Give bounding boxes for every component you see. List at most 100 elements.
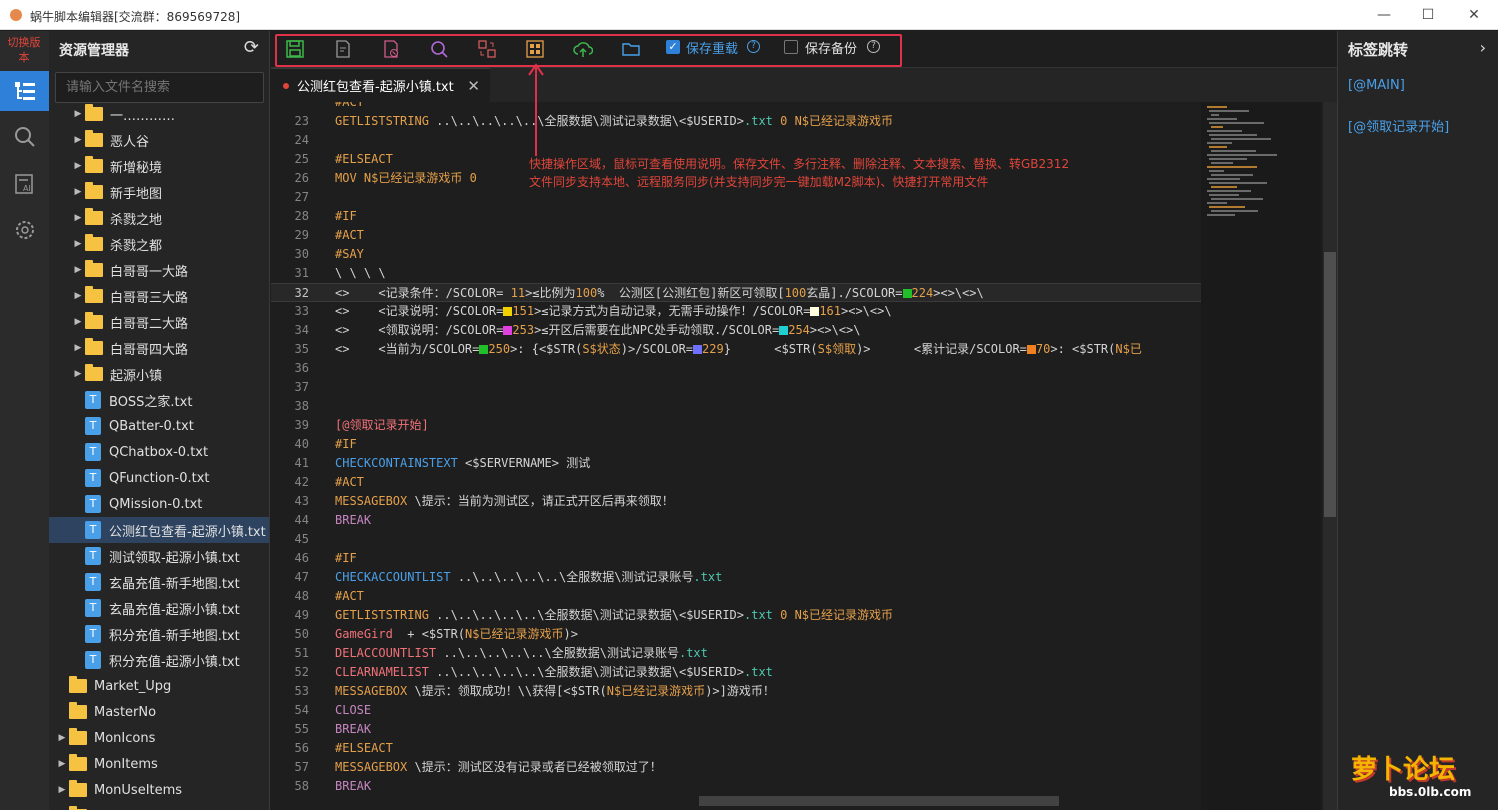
search-icon[interactable] <box>429 39 449 59</box>
save-backup-label[interactable]: 保存备份 <box>805 38 857 57</box>
save-reload-checkbox[interactable]: ✓ <box>666 40 680 54</box>
chevron-right-icon[interactable]: ▶ <box>73 161 83 171</box>
replace-icon[interactable] <box>477 39 497 59</box>
code-line[interactable]: 58 BREAK <box>271 777 1201 796</box>
code-line[interactable]: 54 CLOSE <box>271 701 1201 720</box>
chevron-right-icon[interactable]: ▶ <box>73 291 83 301</box>
tree-folder[interactable]: MasterNo <box>49 699 269 725</box>
tree-file[interactable]: T 玄晶充值-起源小镇.txt <box>49 595 269 621</box>
minimap[interactable] <box>1201 102 1321 810</box>
code-line[interactable]: 23 GETLISTSTRING ..\..\..\..\..\全服数据\测试记录… <box>271 112 1201 131</box>
tree-folder[interactable]: ▶ 白哥哥二大路 <box>49 309 269 335</box>
tree-folder[interactable]: ▶ 白哥哥一大路 <box>49 257 269 283</box>
search-icon[interactable] <box>0 117 49 157</box>
code-line[interactable]: 44 BREAK <box>271 511 1201 530</box>
tree-folder[interactable]: ▶ 一………… <box>49 101 269 127</box>
switch-version-button[interactable]: 切换版本 <box>4 35 44 65</box>
tree-file[interactable]: T QBatter-0.txt <box>49 413 269 439</box>
tree-file[interactable]: T 积分充值-起源小镇.txt <box>49 647 269 673</box>
help-icon[interactable]: ? <box>747 40 760 53</box>
tree-folder[interactable]: ▶ 新手地图 <box>49 179 269 205</box>
code-line[interactable]: 28 #IF <box>271 207 1201 226</box>
code-line[interactable]: 34 <> <领取说明：/SCOLOR= 253>≤开区后需要在此NPC处手动领取.… <box>271 321 1201 340</box>
close-icon[interactable]: ✕ <box>467 77 480 95</box>
tree-file[interactable]: T QChatbox-0.txt <box>49 439 269 465</box>
tree-file[interactable]: T 测试领取-起源小镇.txt <box>49 543 269 569</box>
tree-file[interactable]: T QFunction-0.txt <box>49 465 269 491</box>
settings-gear-icon[interactable] <box>0 210 49 250</box>
code-line[interactable]: 57 MESSAGEBOX \提示：测试区没有记录或者已经被领取过了！ <box>271 758 1201 777</box>
code-line[interactable]: 40 #IF <box>271 435 1201 454</box>
tree-folder[interactable]: ▶ MonIcons <box>49 725 269 751</box>
code-line[interactable]: 46 #IF <box>271 549 1201 568</box>
chevron-right-icon[interactable]: › <box>1480 38 1486 57</box>
code-line[interactable]: 42 #ACT <box>271 473 1201 492</box>
code-line[interactable]: 52 CLEARNAMELIST ..\..\..\..\..\全服数据\测试记录… <box>271 663 1201 682</box>
code-line[interactable]: 38 <box>271 397 1201 416</box>
save-icon[interactable] <box>285 39 305 59</box>
comment-icon[interactable] <box>333 39 353 59</box>
help-icon[interactable]: ? <box>867 40 880 53</box>
code-line[interactable]: 39 [@领取记录开始] <box>271 416 1201 435</box>
code-line[interactable]: 47 CHECKACCOUNTLIST ..\..\..\..\..\全服数据\测… <box>271 568 1201 587</box>
gb2312-icon[interactable] <box>525 39 545 59</box>
vertical-scrollbar[interactable] <box>1323 102 1337 810</box>
delete-comment-icon[interactable] <box>381 39 401 59</box>
code-line[interactable]: 50 GameGird + <$STR(N$已经记录游戏币)> <box>271 625 1201 644</box>
chevron-right-icon[interactable]: ▶ <box>57 759 67 769</box>
format-icon[interactable]: AI <box>0 164 49 204</box>
chevron-right-icon[interactable]: ▶ <box>73 317 83 327</box>
tree-file[interactable]: T 玄晶充值-新手地图.txt <box>49 569 269 595</box>
code-line[interactable]: 35 <> <当前为/SCOLOR= 250>: {<$STR(S$状态)>/SCO… <box>271 340 1201 359</box>
upload-cloud-icon[interactable] <box>573 39 593 59</box>
code-line[interactable]: 36 <box>271 359 1201 378</box>
chevron-right-icon[interactable]: ▶ <box>73 369 83 379</box>
save-reload-label[interactable]: 保存重载 <box>686 38 738 57</box>
maximize-button[interactable]: ☐ <box>1418 6 1438 24</box>
chevron-right-icon[interactable]: ▶ <box>73 109 83 119</box>
chevron-right-icon[interactable]: ▶ <box>57 785 67 795</box>
bookmark-link[interactable]: [@领取记录开始] <box>1348 116 1449 135</box>
code-line[interactable]: 49 GETLISTSTRING ..\..\..\..\..\全服数据\测试记录… <box>271 606 1201 625</box>
refresh-icon[interactable]: ⟳ <box>244 37 259 58</box>
code-line[interactable]: 55 BREAK <box>271 720 1201 739</box>
code-line[interactable]: 56 #ELSEACT <box>271 739 1201 758</box>
tree-folder[interactable]: ▶ MonItems <box>49 751 269 777</box>
open-folder-icon[interactable] <box>621 39 641 59</box>
code-line[interactable]: 43 MESSAGEBOX \提示：当前为测试区，请正式开区后再来领取！ <box>271 492 1201 511</box>
tree-folder[interactable]: ▶ 白哥哥三大路 <box>49 283 269 309</box>
chevron-right-icon[interactable]: ▶ <box>73 343 83 353</box>
scroll-thumb[interactable] <box>1324 252 1336 517</box>
file-search-input[interactable] <box>55 72 264 103</box>
horizontal-scrollbar[interactable] <box>699 796 1059 806</box>
code-line[interactable]: 37 <box>271 378 1201 397</box>
close-window-button[interactable]: ✕ <box>1464 6 1484 24</box>
chevron-right-icon[interactable]: ▶ <box>73 187 83 197</box>
explorer-tree-icon[interactable] <box>0 71 49 111</box>
code-line[interactable]: 30 #SAY <box>271 245 1201 264</box>
chevron-right-icon[interactable]: ▶ <box>73 265 83 275</box>
code-line[interactable]: 32 <> <记录条件：/SCOLOR= 11>≤比例为100% 公测区[公测红包… <box>271 283 1201 302</box>
code-line[interactable]: 33 <> <记录说明：/SCOLOR= 151>≤记录方式为自动记录，无需手动操作… <box>271 302 1201 321</box>
code-view[interactable]: #ACT 23 GETLISTSTRING ..\..\..\..\..\全服数据\… <box>271 102 1201 810</box>
tree-file[interactable]: T 积分充值-新手地图.txt <box>49 621 269 647</box>
tree-folder[interactable]: ▶ 起源小镇 <box>49 361 269 387</box>
chevron-right-icon[interactable]: ▶ <box>57 733 67 743</box>
tree-folder[interactable]: Market_Upg <box>49 673 269 699</box>
minimize-button[interactable]: — <box>1374 6 1394 24</box>
code-line[interactable]: 41 CHECKCONTAINSTEXT <$SERVERNAME> 测试 <box>271 454 1201 473</box>
tab-active-file[interactable]: 公测红包查看-起源小镇.txt ✕ <box>271 68 490 102</box>
save-backup-checkbox[interactable] <box>784 40 798 54</box>
tree-folder[interactable]: ▶Notices <box>49 803 269 810</box>
tree-file[interactable]: T BOSS之家.txt <box>49 387 269 413</box>
tree-folder[interactable]: ▶ 恶人谷 <box>49 127 269 153</box>
tree-file[interactable]: T 公测红包查看-起源小镇.txt <box>49 517 269 543</box>
code-line[interactable]: 31 \ \ \ \ <box>271 264 1201 283</box>
code-line[interactable]: #ACT <box>271 102 1201 112</box>
tree-file[interactable]: T QMission-0.txt <box>49 491 269 517</box>
tree-folder[interactable]: ▶ 白哥哥四大路 <box>49 335 269 361</box>
code-line[interactable]: 53 MESSAGEBOX \提示：领取成功！\\获得[<$STR(N$已经记录游… <box>271 682 1201 701</box>
tree-folder[interactable]: ▶ 新增秘境 <box>49 153 269 179</box>
chevron-right-icon[interactable]: ▶ <box>73 239 83 249</box>
code-line[interactable]: 29 #ACT <box>271 226 1201 245</box>
